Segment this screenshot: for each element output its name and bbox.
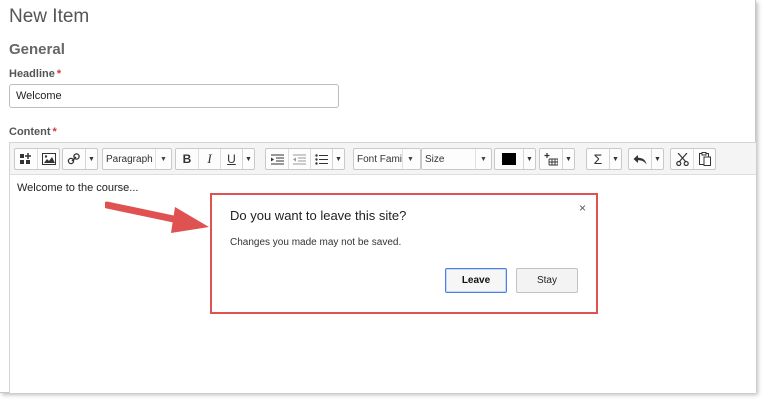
- content-label: Content *: [9, 126, 57, 138]
- equation-icon[interactable]: Σ: [587, 149, 609, 169]
- editor-toolbar: ▼ Paragraph ▼ B I U ▼ ▼ Font Fami ▼ Size…: [10, 143, 756, 175]
- chevron-down-icon[interactable]: ▼: [242, 149, 254, 169]
- undo-group: ▼: [628, 148, 664, 170]
- content-label-text: Content: [9, 126, 51, 138]
- font-family-select[interactable]: Font Family ▼: [353, 148, 421, 170]
- headline-input[interactable]: [9, 84, 339, 108]
- link-group: ▼: [62, 148, 98, 170]
- insert-group: [14, 148, 60, 170]
- equation-group: Σ ▼: [586, 148, 622, 170]
- cut-icon[interactable]: [671, 149, 693, 169]
- close-icon[interactable]: ×: [579, 201, 586, 215]
- leave-site-dialog: Do you want to leave this site? × Change…: [210, 193, 598, 314]
- required-mark: *: [56, 68, 62, 80]
- chevron-down-icon[interactable]: ▼: [651, 149, 663, 169]
- paragraph-select[interactable]: Paragraph ▼: [102, 148, 172, 170]
- clipboard-group: [670, 148, 716, 170]
- size-select-value: Size: [425, 153, 445, 165]
- paragraph-select-value: Paragraph: [106, 153, 153, 165]
- chevron-down-icon: ▼: [475, 149, 491, 169]
- chevron-down-icon: ▼: [155, 149, 171, 169]
- leave-button[interactable]: Leave: [445, 268, 507, 293]
- bold-icon[interactable]: B: [176, 149, 198, 169]
- headline-label-text: Headline: [9, 68, 55, 80]
- required-mark: *: [52, 126, 57, 138]
- insert-image-icon[interactable]: [37, 149, 59, 169]
- editor-body-text[interactable]: Welcome to the course...: [17, 182, 138, 194]
- format-group: B I U ▼: [175, 148, 255, 170]
- chevron-down-icon: ▼: [402, 149, 418, 169]
- section-title: General: [9, 41, 65, 58]
- size-select[interactable]: Size ▼: [421, 148, 492, 170]
- dialog-title: Do you want to leave this site?: [230, 208, 407, 223]
- underline-icon[interactable]: U: [220, 149, 242, 169]
- stay-button[interactable]: Stay: [516, 268, 578, 293]
- callout-arrow: [105, 201, 209, 233]
- insert-link-icon[interactable]: [63, 149, 85, 169]
- italic-icon[interactable]: I: [198, 149, 220, 169]
- font-family-select-value: Font Family: [357, 153, 402, 165]
- bullet-list-icon[interactable]: [310, 149, 332, 169]
- text-color-icon[interactable]: [495, 149, 523, 169]
- dialog-message: Changes you made may not be saved.: [230, 237, 402, 248]
- text-color-group: ▼: [494, 148, 536, 170]
- table-group: ▼: [539, 148, 575, 170]
- chevron-down-icon[interactable]: ▼: [332, 149, 344, 169]
- insert-stuff-icon[interactable]: [15, 149, 37, 169]
- chevron-down-icon[interactable]: ▼: [85, 149, 97, 169]
- page-title: New Item: [9, 6, 90, 27]
- chevron-down-icon[interactable]: ▼: [523, 149, 535, 169]
- outdent-icon[interactable]: [288, 149, 310, 169]
- indent-icon[interactable]: [266, 149, 288, 169]
- chevron-down-icon[interactable]: ▼: [609, 149, 621, 169]
- paste-icon[interactable]: [693, 149, 715, 169]
- chevron-down-icon[interactable]: ▼: [562, 149, 574, 169]
- undo-icon[interactable]: [629, 149, 651, 169]
- headline-label: Headline *: [9, 68, 61, 80]
- list-group: ▼: [265, 148, 345, 170]
- insert-table-icon[interactable]: [540, 149, 562, 169]
